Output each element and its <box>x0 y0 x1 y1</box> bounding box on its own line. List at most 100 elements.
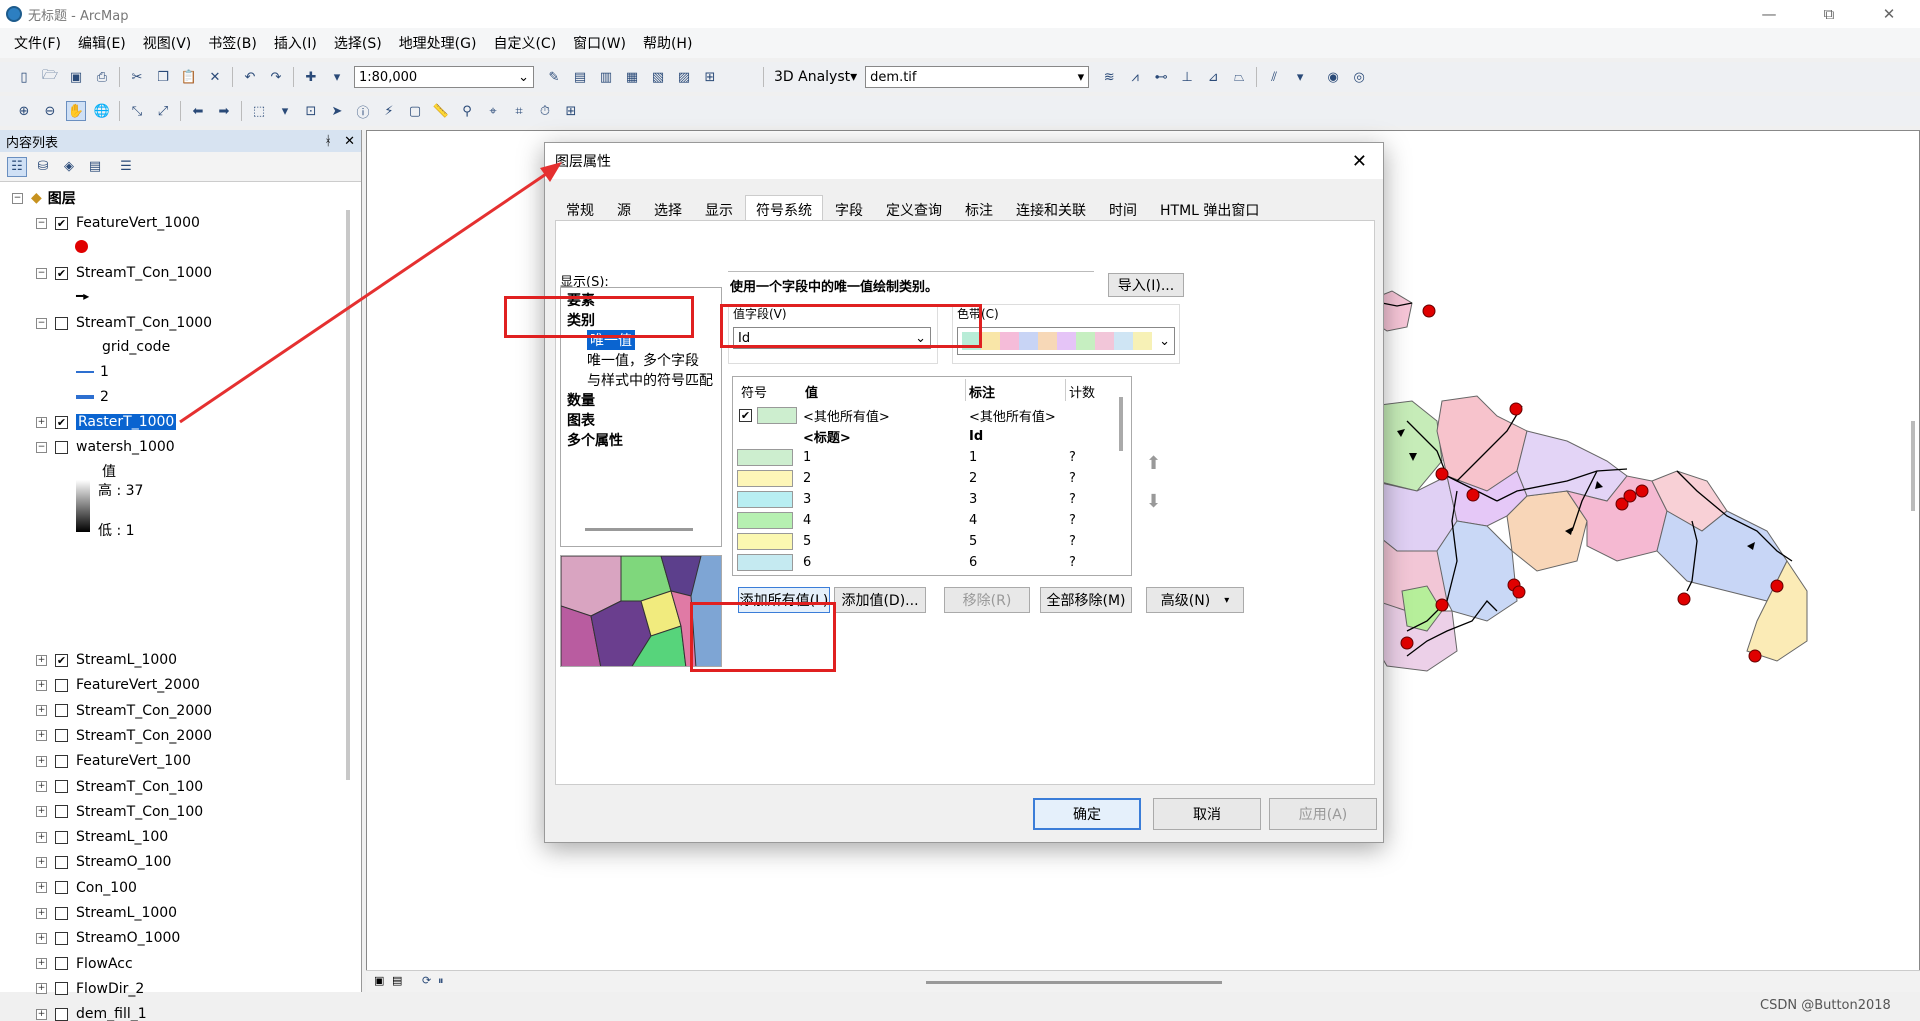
remove-button[interactable]: 移除(R) <box>944 587 1030 613</box>
map-horizontal-scrollbar[interactable] <box>926 981 1222 984</box>
tab-display[interactable]: 显示 <box>694 195 744 221</box>
menu-customize[interactable]: 自定义(C) <box>493 33 556 53</box>
print-icon[interactable]: ⎙ <box>92 67 112 87</box>
full-extent-icon[interactable]: 🌐 <box>92 101 112 121</box>
add-data-icon[interactable]: ✚ <box>301 67 321 87</box>
layer-name[interactable]: StreamT_Con_100 <box>76 779 203 795</box>
expand-icon[interactable]: + <box>36 907 47 919</box>
expand-icon[interactable]: + <box>36 932 47 944</box>
others-checkbox[interactable]: ✔ <box>739 409 752 422</box>
layer-name[interactable]: StreamT_Con_100 <box>76 804 203 820</box>
renderer-option[interactable]: 与样式中的符号匹配 <box>587 370 713 390</box>
paste-icon[interactable]: 📋 <box>179 67 199 87</box>
renderer-option[interactable]: 数量 <box>567 390 595 410</box>
symbol-swatch[interactable] <box>737 575 793 576</box>
profile-graph-icon[interactable]: ⫽ <box>1264 67 1284 87</box>
3d-analyst-menu[interactable]: 3D Analyst▾ <box>774 69 857 85</box>
map-vertical-scrollbar[interactable] <box>1911 421 1915 511</box>
graph-dropdown-icon[interactable]: ▾ <box>1290 67 1310 87</box>
search-window-icon[interactable]: ▦ <box>622 67 642 87</box>
layer-name[interactable]: StreamT_Con_2000 <box>76 703 212 719</box>
tab-selection[interactable]: 选择 <box>643 195 693 221</box>
import-button[interactable]: 导入(I)... <box>1108 273 1184 297</box>
layer-checkbox[interactable]: ✔ <box>55 266 68 280</box>
hyperlink-icon[interactable]: ⚡ <box>379 101 399 121</box>
others-symbol[interactable] <box>757 407 797 424</box>
identify-icon[interactable]: ⓘ <box>353 101 373 121</box>
zoom-in-icon[interactable]: ⊕ <box>14 101 34 121</box>
collapse-icon[interactable]: − <box>36 441 47 453</box>
layer-name[interactable]: FeatureVert_2000 <box>76 677 200 693</box>
pan-icon[interactable]: ✋ <box>66 101 86 121</box>
layer-name[interactable]: StreamL_1000 <box>76 905 177 921</box>
layer-name[interactable]: StreamL_1000 <box>76 652 177 668</box>
copy-icon[interactable]: ❐ <box>153 67 173 87</box>
table-row[interactable]: 77? <box>733 573 1131 576</box>
fixed-zoom-in-icon[interactable]: ⤡ <box>127 101 147 121</box>
menu-bookmarks[interactable]: 书签(B) <box>208 33 257 53</box>
time-slider-icon[interactable]: ⏱ <box>535 101 555 121</box>
table-row[interactable]: 1 1? <box>733 447 1131 468</box>
table-row[interactable]: 5 5? <box>733 531 1131 552</box>
apply-button[interactable]: 应用(A) <box>1269 798 1377 830</box>
catalog-window-icon[interactable]: ▥ <box>596 67 616 87</box>
layer-checkbox[interactable] <box>55 830 68 844</box>
move-up-icon[interactable]: ⬆ <box>1146 453 1161 474</box>
layer-name[interactable]: StreamO_100 <box>76 854 171 870</box>
values-scrollbar[interactable] <box>1119 397 1123 451</box>
expand-icon[interactable]: + <box>36 781 47 792</box>
tab-html-popup[interactable]: HTML 弹出窗口 <box>1149 195 1270 221</box>
layer-checkbox[interactable] <box>55 855 68 869</box>
layer-checkbox[interactable] <box>55 957 68 971</box>
open-folder-icon[interactable]: 🗁 <box>40 67 60 87</box>
add-data-dropdown-icon[interactable]: ▾ <box>327 67 347 87</box>
symbol-swatch[interactable] <box>737 554 793 571</box>
menu-insert[interactable]: 插入(I) <box>274 33 317 53</box>
layer-checkbox[interactable] <box>55 704 68 718</box>
measure-icon[interactable]: 📏 <box>431 101 451 121</box>
expand-icon[interactable]: + <box>36 705 47 717</box>
select-dropdown-icon[interactable]: ▾ <box>275 101 295 121</box>
refresh-icon[interactable]: ⟳ <box>422 974 431 987</box>
pin-icon[interactable]: ᚼ <box>324 134 332 149</box>
menu-windows[interactable]: 窗口(W) <box>573 33 626 53</box>
layer-checkbox[interactable] <box>55 906 68 920</box>
restore-button[interactable]: ⧉ <box>1806 0 1852 28</box>
expand-icon[interactable]: + <box>36 831 47 843</box>
symbol-swatch[interactable] <box>737 470 793 487</box>
list-by-source-icon[interactable]: ⛁ <box>33 157 53 177</box>
layer-name[interactable]: FlowAcc <box>76 956 133 972</box>
layer-name[interactable]: StreamT_Con_1000 <box>76 315 212 331</box>
layer-name[interactable]: FeatureVert_1000 <box>76 215 200 231</box>
layer-name[interactable]: dem_fill_1 <box>76 1006 147 1021</box>
col-count[interactable]: 计数 <box>1069 382 1095 401</box>
menu-file[interactable]: 文件(F) <box>14 33 61 53</box>
interpolate-point-icon[interactable]: ⊥ <box>1177 67 1197 87</box>
layer-checkbox[interactable] <box>55 780 68 793</box>
layer-name-selected[interactable]: RasterT_1000 <box>76 414 177 430</box>
back-arrow-icon[interactable]: ⬅ <box>188 101 208 121</box>
arctoolbox-icon[interactable]: ▧ <box>648 67 668 87</box>
python-window-icon[interactable]: ▨ <box>674 67 694 87</box>
cut-icon[interactable]: ✂ <box>127 67 147 87</box>
symbol-swatch[interactable] <box>737 533 793 550</box>
expand-icon[interactable]: + <box>36 958 47 970</box>
contour-tool-icon[interactable]: ≋ <box>1099 67 1119 87</box>
toc-window-icon[interactable]: ▤ <box>570 67 590 87</box>
table-row[interactable]: 6 6? <box>733 552 1131 573</box>
expand-icon[interactable]: + <box>36 882 47 894</box>
layer-name[interactable]: watersh_1000 <box>76 439 175 455</box>
toc-options-icon[interactable]: ☰ <box>116 157 136 177</box>
layer-name[interactable]: StreamT_Con_2000 <box>76 728 212 744</box>
layer-name[interactable]: StreamL_100 <box>76 829 168 845</box>
redo-icon[interactable]: ↷ <box>266 67 286 87</box>
layer-checkbox[interactable] <box>55 729 68 743</box>
expand-icon[interactable]: + <box>36 416 47 428</box>
menu-geoprocessing[interactable]: 地理处理(G) <box>399 33 477 53</box>
menu-help[interactable]: 帮助(H) <box>643 33 692 53</box>
expand-icon[interactable]: + <box>36 1008 47 1020</box>
advanced-button[interactable]: 高级(N) ▾ <box>1146 587 1244 613</box>
table-row[interactable]: 2 2? <box>733 468 1131 489</box>
move-down-icon[interactable]: ⬇ <box>1146 491 1161 512</box>
arcscene-icon[interactable]: ◉ <box>1323 67 1343 87</box>
